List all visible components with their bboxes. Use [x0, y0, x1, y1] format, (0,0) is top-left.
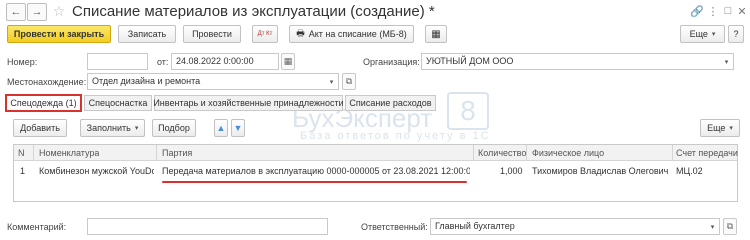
chevron-down-icon: ▾: [329, 78, 334, 86]
act-writeoff-label: Акт на списание (МБ-8): [308, 29, 407, 39]
col-header-person[interactable]: Физическое лицо: [532, 148, 604, 158]
date-field[interactable]: 24.08.2022 0:00:00: [171, 53, 279, 70]
cell-n: 1: [20, 166, 26, 176]
fill-button[interactable]: Заполнить ▾: [80, 119, 145, 137]
date-label: от:: [157, 57, 169, 67]
col-header-batch[interactable]: Партия: [162, 148, 192, 158]
forward-button[interactable]: →: [27, 3, 47, 21]
watermark-tagline: База ответов по учету в 1С: [300, 130, 491, 142]
location-open-button[interactable]: ⧉: [342, 73, 356, 90]
chevron-down-icon: ▾: [710, 223, 715, 231]
arrow-down-icon: ▼: [233, 123, 243, 133]
open-link-icon: ⧉: [726, 221, 734, 231]
arrow-left-icon: ←: [10, 6, 22, 18]
back-button[interactable]: ←: [6, 3, 26, 21]
save-button[interactable]: Записать: [118, 25, 176, 43]
report-button[interactable]: ▦: [425, 25, 447, 43]
report-icon: ▦: [431, 28, 441, 40]
number-label: Номер:: [7, 57, 38, 67]
chevron-down-icon: ▾: [724, 58, 729, 66]
favorite-star-icon[interactable]: ☆: [50, 2, 68, 20]
col-header-n[interactable]: N: [18, 148, 25, 158]
tab-workwear[interactable]: Спецодежда (1): [5, 94, 82, 112]
responsible-field[interactable]: Главный бухгалтер: [430, 218, 720, 235]
post-and-close-button[interactable]: Провести и закрыть: [7, 25, 111, 43]
more-button[interactable]: Еще ▾: [680, 25, 725, 43]
add-button[interactable]: Добавить: [13, 119, 67, 137]
cell-item: Комбинезон мужской YouDo: [39, 166, 154, 176]
table-more-label: Еще: [707, 123, 726, 133]
responsible-dropdown[interactable]: ▾: [706, 218, 720, 235]
table-header: N Номенклатура Партия Количество Физичес…: [14, 145, 738, 161]
calendar-button[interactable]: ▦: [281, 53, 295, 70]
page-title: Списание материалов из эксплуатации (соз…: [72, 3, 435, 20]
printer-icon: 🖶: [296, 28, 305, 38]
number-field[interactable]: [87, 53, 148, 70]
menu-icon[interactable]: ⋮: [707, 5, 719, 18]
tab-expense-writeoff[interactable]: Списание расходов: [345, 95, 436, 111]
chevron-down-icon: ▾: [711, 31, 716, 38]
materials-table: N Номенклатура Партия Количество Физичес…: [13, 144, 738, 202]
arrow-up-icon: ▲: [216, 123, 226, 133]
location-label: Местонахождение:: [7, 77, 87, 87]
cell-account: МЦ.02: [676, 166, 703, 176]
dt-kt-button[interactable]: Дт Кт: [252, 25, 278, 43]
cell-batch: Передача материалов в эксплуатацию 0000-…: [162, 166, 470, 176]
move-up-button[interactable]: ▲: [214, 119, 228, 137]
tab-inventory[interactable]: Инвентарь и хозяйственные принадлежности: [153, 95, 344, 111]
chevron-down-icon: ▾: [134, 125, 139, 132]
link-icon[interactable]: 🔗: [690, 5, 704, 18]
responsible-open-button[interactable]: ⧉: [723, 218, 737, 235]
location-dropdown[interactable]: ▾: [325, 73, 339, 90]
close-icon[interactable]: ✕: [736, 5, 748, 18]
open-link-icon: ⧉: [345, 76, 353, 86]
post-button[interactable]: Провести: [183, 25, 241, 43]
table-row[interactable]: 1 Комбинезон мужской YouDo Передача мате…: [14, 162, 737, 180]
maximize-icon[interactable]: □: [722, 5, 734, 17]
col-header-qty[interactable]: Количество: [478, 148, 526, 158]
cell-qty: 1,000: [500, 166, 523, 176]
help-icon: ?: [733, 29, 739, 39]
organization-field[interactable]: УЮТНЫЙ ДОМ ООО: [421, 53, 734, 70]
move-down-button[interactable]: ▼: [231, 119, 245, 137]
dt-kt-icon: Дт Кт: [257, 31, 273, 37]
select-button[interactable]: Подбор: [152, 119, 196, 137]
cell-person: Тихомиров Владислав Олегович: [532, 166, 669, 176]
watermark-digit: 8: [447, 92, 489, 130]
tab-special-equipment[interactable]: Спецоснастка: [84, 95, 152, 111]
help-button[interactable]: ?: [728, 25, 744, 43]
fill-label: Заполнить: [86, 123, 131, 133]
table-more-button[interactable]: Еще ▾: [700, 119, 740, 137]
comment-label: Комментарий:: [7, 222, 67, 232]
batch-highlight-underline: [162, 181, 467, 183]
calendar-icon: ▦: [283, 56, 293, 66]
comment-field[interactable]: [87, 218, 328, 235]
location-field[interactable]: Отдел дизайна и ремонта: [87, 73, 328, 90]
responsible-label: Ответственный:: [361, 222, 428, 232]
organization-dropdown[interactable]: ▾: [720, 53, 734, 70]
act-writeoff-button[interactable]: 🖶 Акт на списание (МБ-8): [289, 25, 414, 43]
arrow-right-icon: →: [31, 6, 43, 18]
col-header-item[interactable]: Номенклатура: [39, 148, 99, 158]
col-header-account[interactable]: Счет передачи: [676, 148, 738, 158]
organization-label: Организация:: [363, 57, 420, 67]
more-label: Еще: [689, 29, 708, 39]
chevron-down-icon: ▾: [729, 125, 733, 132]
